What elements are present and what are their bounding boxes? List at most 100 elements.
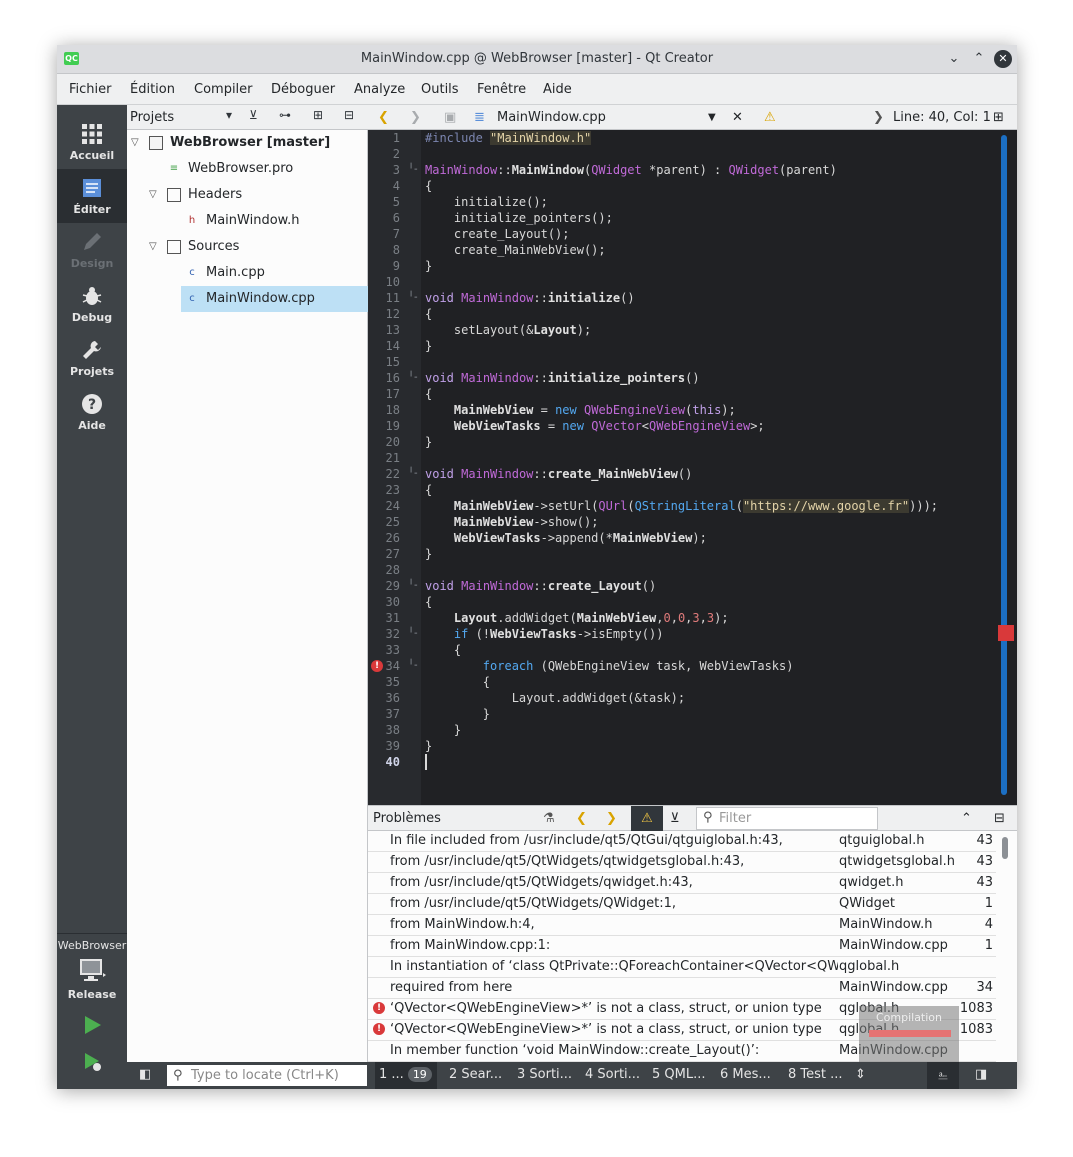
output-tab-test-results[interactable]: 8 Test ... bbox=[788, 1067, 843, 1082]
code-line: { bbox=[425, 643, 462, 657]
mode-debug[interactable]: Debug bbox=[57, 277, 127, 331]
maximize-button[interactable]: ⌃ bbox=[969, 49, 989, 69]
next-item-icon[interactable]: ❯ bbox=[606, 811, 617, 826]
chevron-down-icon[interactable]: ▼ bbox=[708, 112, 716, 123]
tree-item-sources[interactable]: ▽ Sources bbox=[127, 234, 368, 260]
output-tab-application-output[interactable]: 3 Sorti... bbox=[517, 1067, 572, 1082]
line-number: 17 bbox=[385, 387, 400, 401]
back-arrow-icon[interactable]: ❮ bbox=[378, 110, 389, 125]
chevron-right-icon[interactable]: ❯ bbox=[873, 110, 884, 125]
kit-selector[interactable]: WebBrowser Release bbox=[57, 933, 127, 1013]
problem-row[interactable]: from MainWindow.h:4, MainWindow.h 4 bbox=[368, 915, 996, 936]
error-marker-icon[interactable]: ! bbox=[371, 660, 383, 672]
close-button[interactable]: ✕ bbox=[994, 50, 1012, 68]
menu-deboguer[interactable]: Déboguer bbox=[271, 82, 335, 97]
mode-editer[interactable]: Éditer bbox=[57, 169, 127, 223]
chevron-up-icon[interactable]: ⌃ bbox=[961, 811, 972, 826]
warning-icon[interactable]: ⚠ bbox=[764, 110, 776, 125]
projects-view-selector[interactable]: Projets bbox=[130, 110, 174, 125]
tree-item-header-file[interactable]: h MainWindow.h bbox=[127, 208, 368, 234]
tree-item-pro-file[interactable]: ≡ WebBrowser.pro bbox=[127, 156, 368, 182]
up-down-arrows-icon[interactable]: ⇕ bbox=[855, 1067, 866, 1082]
output-tab-general-messages[interactable]: 6 Mes... bbox=[720, 1067, 771, 1082]
output-tab-compile-output[interactable]: 4 Sorti... bbox=[585, 1067, 640, 1082]
menu-aide[interactable]: Aide bbox=[543, 82, 572, 97]
fold-marker-icon[interactable]: ╵- bbox=[408, 290, 418, 306]
menu-fenetre[interactable]: Fenêtre bbox=[477, 82, 526, 97]
build-button[interactable] bbox=[57, 1087, 127, 1089]
problem-description: ‘QVector<QWebEngineView>*’ is not a clas… bbox=[390, 1022, 822, 1037]
problem-file: qtguiglobal.h bbox=[839, 833, 925, 848]
fold-marker-icon[interactable]: ╵- bbox=[408, 658, 418, 674]
split-editor-icon[interactable]: ⊞ bbox=[993, 110, 1004, 125]
close-pane-icon[interactable]: ⊟ bbox=[344, 108, 354, 122]
fold-marker-icon[interactable]: ╵- bbox=[408, 466, 418, 482]
link-icon[interactable]: ⊶ bbox=[279, 108, 291, 122]
problem-row[interactable]: from /usr/include/qt5/QtWidgets/qtwidget… bbox=[368, 852, 996, 873]
mode-design[interactable]: Design bbox=[57, 223, 127, 277]
fold-marker-icon[interactable]: ╵- bbox=[408, 578, 418, 594]
clean-icon[interactable]: ⚗ bbox=[543, 811, 555, 826]
minimize-button[interactable]: ⌄ bbox=[944, 49, 964, 69]
progress-details-icon[interactable]: ⎁ bbox=[927, 1062, 959, 1089]
problem-row[interactable]: In instantiation of ‘class QtPrivate::QF… bbox=[368, 957, 996, 978]
expand-arrow-icon[interactable]: ▽ bbox=[131, 130, 139, 156]
locator-input[interactable]: ⚲ Type to locate (Ctrl+K) bbox=[167, 1065, 367, 1086]
tab-label: 1 ... bbox=[379, 1067, 404, 1082]
filter-icon[interactable]: ⊻ bbox=[670, 811, 680, 826]
tree-item-main-cpp[interactable]: c Main.cpp bbox=[127, 260, 368, 286]
fold-marker-icon[interactable]: ╵- bbox=[408, 626, 418, 642]
split-icon[interactable]: ⊞ bbox=[313, 108, 323, 122]
lock-icon[interactable]: ▣ bbox=[444, 110, 456, 125]
output-tab-search[interactable]: 2 Sear... bbox=[449, 1067, 502, 1082]
problems-filter-input[interactable]: ⚲ Filter bbox=[696, 807, 878, 830]
debug-run-button[interactable] bbox=[57, 1049, 127, 1085]
expand-arrow-icon[interactable]: ▽ bbox=[149, 234, 157, 260]
menu-edition[interactable]: Édition bbox=[130, 82, 175, 97]
problem-row[interactable]: from /usr/include/qt5/QtWidgets/qwidget.… bbox=[368, 873, 996, 894]
run-button[interactable] bbox=[57, 1012, 127, 1048]
tree-item-headers[interactable]: ▽ Headers bbox=[127, 182, 368, 208]
chevron-down-icon[interactable]: ▾ bbox=[226, 108, 232, 122]
problems-scrollbar[interactable] bbox=[1002, 837, 1008, 859]
mode-aide[interactable]: ? Aide bbox=[57, 385, 127, 439]
warnings-toggle-icon[interactable]: ⚠ bbox=[631, 806, 663, 831]
fold-marker-icon[interactable]: ╵- bbox=[408, 162, 418, 178]
projects-pane-header: Projets ▾ ⊻ ⊶ ⊞ ⊟ bbox=[127, 105, 368, 130]
expand-arrow-icon[interactable]: ▽ bbox=[149, 182, 157, 208]
code-line: { bbox=[425, 307, 433, 321]
toggle-right-sidebar-icon[interactable]: ◨ bbox=[975, 1067, 987, 1082]
tree-item-project[interactable]: ▽ WebBrowser [master] bbox=[127, 130, 368, 156]
cursor-position[interactable]: Line: 40, Col: 1 bbox=[893, 110, 991, 125]
editor-scrollbar[interactable] bbox=[1001, 135, 1007, 795]
close-output-pane-icon[interactable]: ⊟ bbox=[994, 811, 1005, 826]
problem-row[interactable]: required from here MainWindow.cpp 34 bbox=[368, 978, 996, 999]
code-line: } bbox=[425, 547, 433, 561]
output-tab-issues[interactable]: 1 ... 19 bbox=[379, 1067, 432, 1082]
menu-fichier[interactable]: Fichier bbox=[69, 82, 112, 97]
menu-outils[interactable]: Outils bbox=[421, 82, 459, 97]
previous-item-icon[interactable]: ❮ bbox=[576, 811, 587, 826]
open-document-selector[interactable]: MainWindow.cpp bbox=[497, 110, 606, 125]
toggle-sidebar-icon[interactable]: ◧ bbox=[139, 1067, 151, 1082]
error-scroll-marker[interactable] bbox=[998, 625, 1014, 641]
line-number: 14 bbox=[385, 339, 400, 353]
problem-row[interactable]: In file included from /usr/include/qt5/Q… bbox=[368, 831, 996, 852]
output-tab-qml-debugger[interactable]: 5 QML... bbox=[652, 1067, 706, 1082]
window-title: MainWindow.cpp @ WebBrowser [master] - Q… bbox=[360, 51, 714, 66]
tree-item-mainwindow-cpp[interactable]: c MainWindow.cpp bbox=[181, 286, 368, 312]
error-icon: ! bbox=[373, 1002, 385, 1014]
close-document-icon[interactable]: ✕ bbox=[732, 110, 743, 125]
menu-compiler[interactable]: Compiler bbox=[194, 82, 253, 97]
code-area[interactable]: #include "MainWindow.h" MainWindow::Main… bbox=[425, 130, 995, 805]
filter-icon[interactable]: ⊻ bbox=[249, 108, 258, 122]
sources-folder-icon bbox=[167, 240, 181, 254]
code-line: #include "MainWindow.h" bbox=[425, 131, 592, 145]
problem-row[interactable]: from MainWindow.cpp:1: MainWindow.cpp 1 bbox=[368, 936, 996, 957]
forward-arrow-icon[interactable]: ❯ bbox=[410, 110, 421, 125]
fold-marker-icon[interactable]: ╵- bbox=[408, 370, 418, 386]
problem-row[interactable]: from /usr/include/qt5/QtWidgets/QWidget:… bbox=[368, 894, 996, 915]
menu-analyze[interactable]: Analyze bbox=[354, 82, 405, 97]
mode-projets[interactable]: Projets bbox=[57, 331, 127, 385]
mode-accueil[interactable]: Accueil bbox=[57, 115, 127, 169]
